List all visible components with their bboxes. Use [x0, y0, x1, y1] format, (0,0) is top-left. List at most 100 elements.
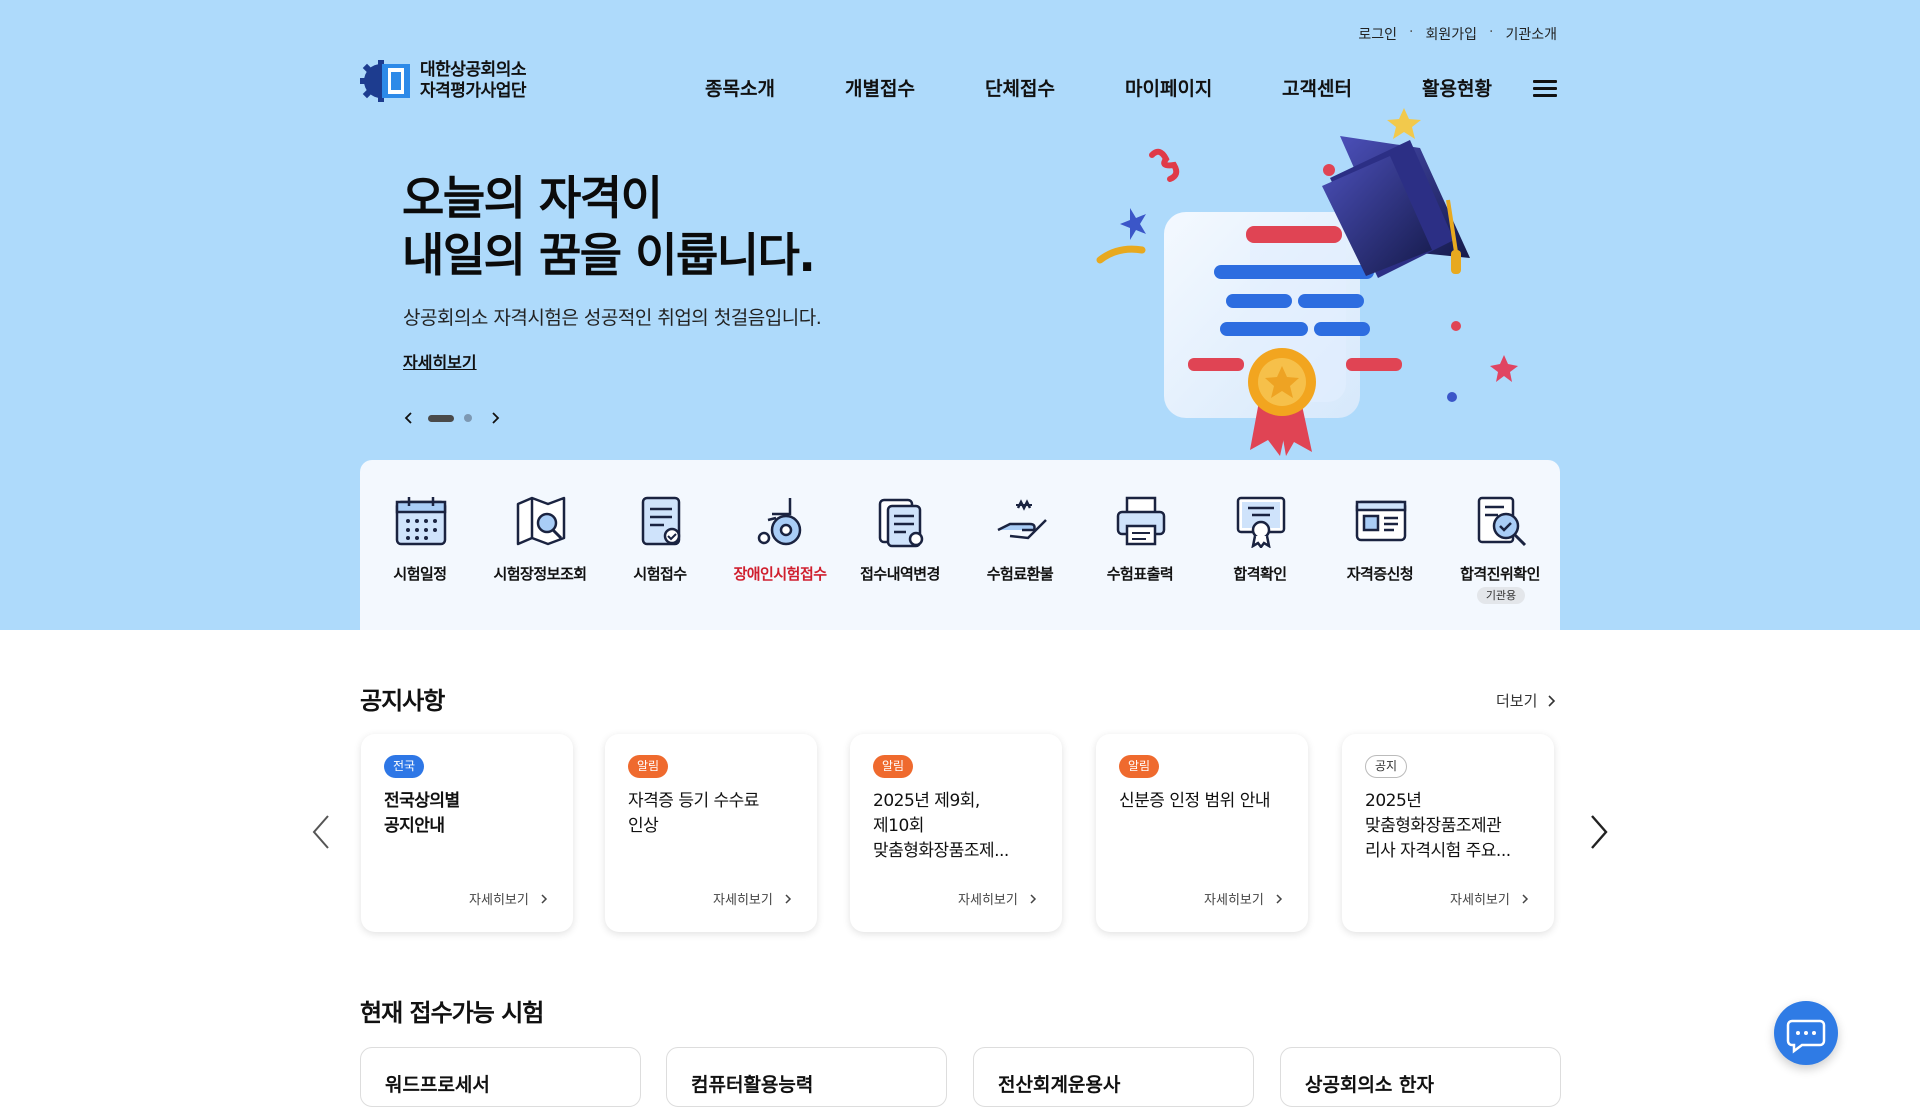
exam-card[interactable]: 컴퓨터활용능력 — [666, 1047, 947, 1107]
next-slide-icon[interactable] — [488, 411, 502, 425]
prev-slide-icon[interactable] — [402, 411, 416, 425]
title-line: 제10회 — [873, 816, 924, 836]
notice-card-title: 2025년 제9회, 제10회 맞춤형화장품조제... — [873, 789, 1043, 864]
map-search-icon — [516, 496, 566, 546]
quick-item-pass-check[interactable]: 합격확인 — [1200, 460, 1320, 610]
card-more-link[interactable]: 자세히보기 — [713, 889, 793, 908]
main-nav: 종목소개 개별접수 단체접수 마이페이지 고객센터 활용현황 — [705, 74, 1537, 101]
category-badge: 알림 — [1119, 755, 1160, 778]
quick-item-disabled-apply[interactable]: 장애인시험접수 — [720, 460, 840, 610]
exam-card[interactable]: 워드프로세서 — [360, 1047, 641, 1107]
quick-item-label: 시험장정보조회 — [493, 565, 587, 583]
exam-section-title: 현재 접수가능 시험 — [360, 999, 544, 1027]
logo-line1: 대한상공회의소 — [420, 60, 526, 80]
title-line: 2025년 — [1365, 791, 1422, 811]
site-logo[interactable]: 대한상공회의소 자격평가사업단 — [360, 60, 526, 102]
printer-icon — [1116, 496, 1166, 546]
exam-card-title: 컴퓨터활용능력 — [691, 1074, 814, 1096]
pager-dot[interactable] — [464, 414, 472, 422]
quick-item-label: 자격증신청 — [1346, 565, 1414, 583]
pager-active-dot[interactable] — [428, 414, 454, 422]
title-line: 2025년 제9회, — [873, 791, 980, 811]
calendar-icon — [395, 497, 447, 546]
title-line: 공지안내 — [384, 816, 445, 836]
utility-nav: 로그인 · 회원가입 · 기관소개 — [1358, 24, 1557, 44]
exam-card[interactable]: 전산회계운용사 — [973, 1047, 1254, 1107]
logo-line2: 자격평가사업단 — [420, 81, 526, 101]
notice-card[interactable]: 알림 2025년 제9회, 제10회 맞춤형화장품조제... 자세히보기 — [850, 734, 1062, 932]
nav-item-group[interactable]: 단체접수 — [985, 74, 1125, 101]
exam-card[interactable]: 상공회의소 한자 — [1280, 1047, 1561, 1107]
card-more-link[interactable]: 자세히보기 — [1204, 889, 1284, 908]
nav-item-intro[interactable]: 종목소개 — [705, 74, 845, 101]
notice-card-title: 전국상의별 공지안내 — [384, 789, 554, 839]
logo-emblem-icon — [360, 60, 412, 102]
hero-subtitle: 상공회의소 자격시험은 성공적인 취업의 첫걸음입니다. — [403, 307, 822, 329]
institution-badge: 기관용 — [1477, 587, 1525, 604]
nav-item-individual[interactable]: 개별접수 — [845, 74, 985, 101]
notice-next-icon[interactable] — [1586, 812, 1612, 859]
card-more-label: 자세히보기 — [958, 893, 1018, 908]
chevron-right-icon — [1030, 894, 1037, 904]
category-badge: 전국 — [384, 755, 425, 778]
notice-card[interactable]: 알림 신분증 인정 범위 안내 자세히보기 — [1096, 734, 1308, 932]
quick-item-label: 합격진위확인 — [1460, 565, 1540, 583]
quick-item-schedule[interactable]: 시험일정 — [360, 460, 480, 610]
exam-card-title: 워드프로세서 — [385, 1074, 490, 1096]
chevron-right-icon — [1522, 894, 1529, 904]
certificate-illustration — [1090, 100, 1530, 460]
chat-icon — [1786, 1019, 1826, 1054]
quick-item-refund[interactable]: 수험료환불 — [960, 460, 1080, 610]
chevron-right-icon — [1276, 894, 1283, 904]
nav-item-mypage[interactable]: 마이페이지 — [1125, 74, 1282, 101]
quick-item-change[interactable]: 접수내역변경 — [840, 460, 960, 610]
card-more-link[interactable]: 자세히보기 — [469, 889, 549, 908]
divider-dot: · — [1489, 24, 1494, 40]
notice-card-title: 신분증 인정 범위 안내 — [1119, 789, 1289, 814]
quick-menu: 시험일정 시험장정보조회 시험접수 장애인시험접수 접수내역변경 수험료환불 수… — [360, 460, 1560, 630]
quick-item-apply[interactable]: 시험접수 — [600, 460, 720, 610]
quick-item-label: 장애인시험접수 — [733, 565, 827, 583]
refund-hand-icon — [997, 499, 1047, 540]
document-edit-icon — [878, 498, 924, 548]
card-more-label: 자세히보기 — [713, 893, 773, 908]
quick-item-label: 합격확인 — [1233, 565, 1287, 583]
title-line: 리사 자격시험 주요... — [1365, 841, 1511, 861]
hero-more-link[interactable]: 자세히보기 — [403, 349, 477, 373]
notice-card[interactable]: 전국 전국상의별 공지안내 자세히보기 — [361, 734, 573, 932]
card-more-link[interactable]: 자세히보기 — [1450, 889, 1530, 908]
verify-search-icon — [1477, 496, 1527, 547]
hero-pager — [402, 411, 502, 425]
exam-card-title: 전산회계운용사 — [998, 1074, 1121, 1096]
notice-more-link[interactable]: 더보기 — [1496, 690, 1558, 711]
card-more-link[interactable]: 자세히보기 — [958, 889, 1038, 908]
notice-card[interactable]: 알림 자격증 등기 수수료 인상 자세히보기 — [605, 734, 817, 932]
quick-item-venue[interactable]: 시험장정보조회 — [480, 460, 600, 610]
quick-item-label: 시험접수 — [633, 565, 687, 583]
chevron-right-icon — [1548, 695, 1556, 707]
quick-item-license[interactable]: 자격증신청 — [1320, 460, 1440, 610]
title-line: 맞춤형화장품조제... — [873, 841, 1009, 861]
quick-item-print[interactable]: 수험표출력 — [1080, 460, 1200, 610]
hero-title-line2: 내일의 꿈을 이룹니다. — [402, 228, 816, 282]
nav-item-support[interactable]: 고객센터 — [1282, 74, 1422, 101]
nav-item-usage[interactable]: 활용현황 — [1422, 74, 1537, 101]
hero-title: 오늘의 자격이 내일의 꿈을 이룹니다. — [402, 170, 816, 284]
notice-card-title: 2025년 맞춤형화장품조제관 리사 자격시험 주요... — [1365, 789, 1535, 864]
quick-item-label: 시험일정 — [393, 565, 447, 583]
title-line: 인상 — [628, 816, 659, 836]
menu-icon[interactable] — [1533, 80, 1557, 98]
quick-item-verify[interactable]: 합격진위확인 기관용 — [1440, 460, 1560, 610]
title-line: 자격증 등기 수수료 — [628, 791, 759, 811]
login-link[interactable]: 로그인 — [1358, 24, 1397, 44]
divider-dot: · — [1409, 24, 1414, 40]
title-line: 전국상의별 — [384, 791, 460, 811]
notice-card[interactable]: 공지 2025년 맞춤형화장품조제관 리사 자격시험 주요... 자세히보기 — [1342, 734, 1554, 932]
about-link[interactable]: 기관소개 — [1505, 24, 1557, 44]
title-line: 맞춤형화장품조제관 — [1365, 816, 1502, 836]
notice-prev-icon[interactable] — [308, 812, 334, 859]
document-check-icon — [641, 496, 681, 546]
chat-button[interactable] — [1774, 1001, 1838, 1065]
signup-link[interactable]: 회원가입 — [1425, 24, 1477, 44]
notice-section-title: 공지사항 — [360, 687, 445, 715]
